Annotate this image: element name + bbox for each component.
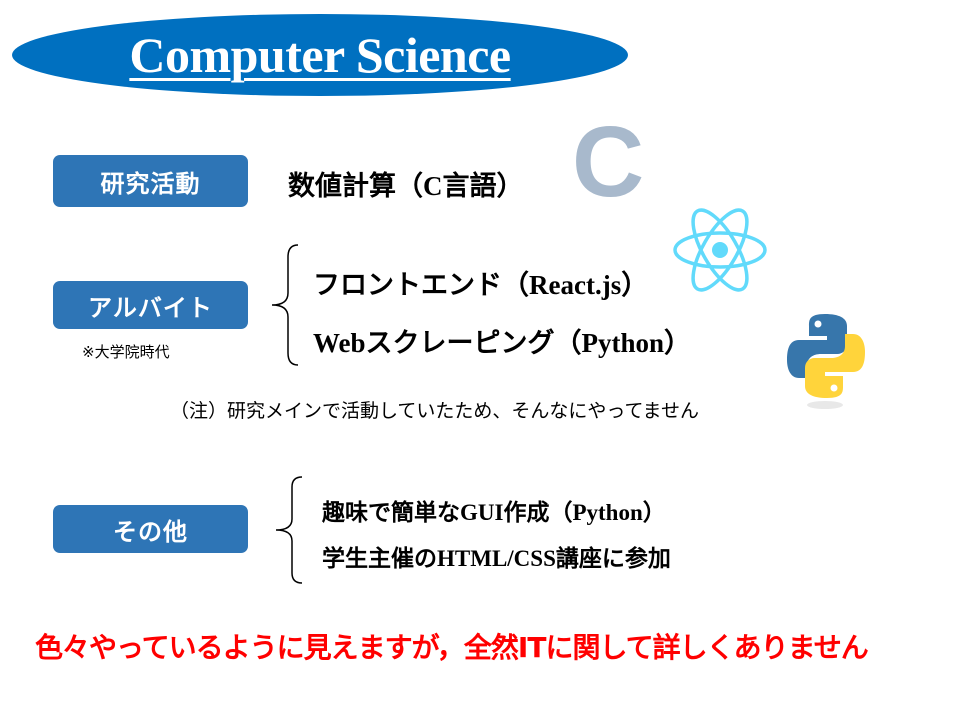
label-parttime: アルバイト	[53, 281, 248, 329]
slide-title: Computer Science	[129, 27, 511, 83]
parttime-item-frontend: フロントエンド（React.js）	[313, 270, 649, 300]
conclusion-text: 色々やっているように見えますが，全然ITに関して詳しくありません	[35, 631, 869, 664]
parttime-sublabel: ※大学院時代	[82, 343, 170, 361]
label-research: 研究活動	[53, 155, 248, 207]
parttime-item-scraping: Webスクレーピング（Python）	[313, 328, 692, 358]
python-icon	[787, 314, 865, 409]
other-item-html-css: 学生主催のHTML/CSS講座に参加	[322, 546, 671, 571]
brace-icon	[275, 476, 303, 584]
slide: Computer Science 研究活動 数値計算（C言語） C アルバイト …	[0, 0, 960, 720]
label-other: その他	[53, 505, 248, 553]
react-icon	[673, 208, 767, 292]
research-item: 数値計算（C言語）	[288, 171, 524, 201]
c-language-logo: C	[572, 106, 645, 218]
brace-icon	[271, 244, 299, 366]
other-item-gui: 趣味で簡単なGUI作成（Python）	[322, 500, 666, 525]
note-text: （注）研究メインで活動していたため、そんなにやってません	[170, 400, 699, 422]
